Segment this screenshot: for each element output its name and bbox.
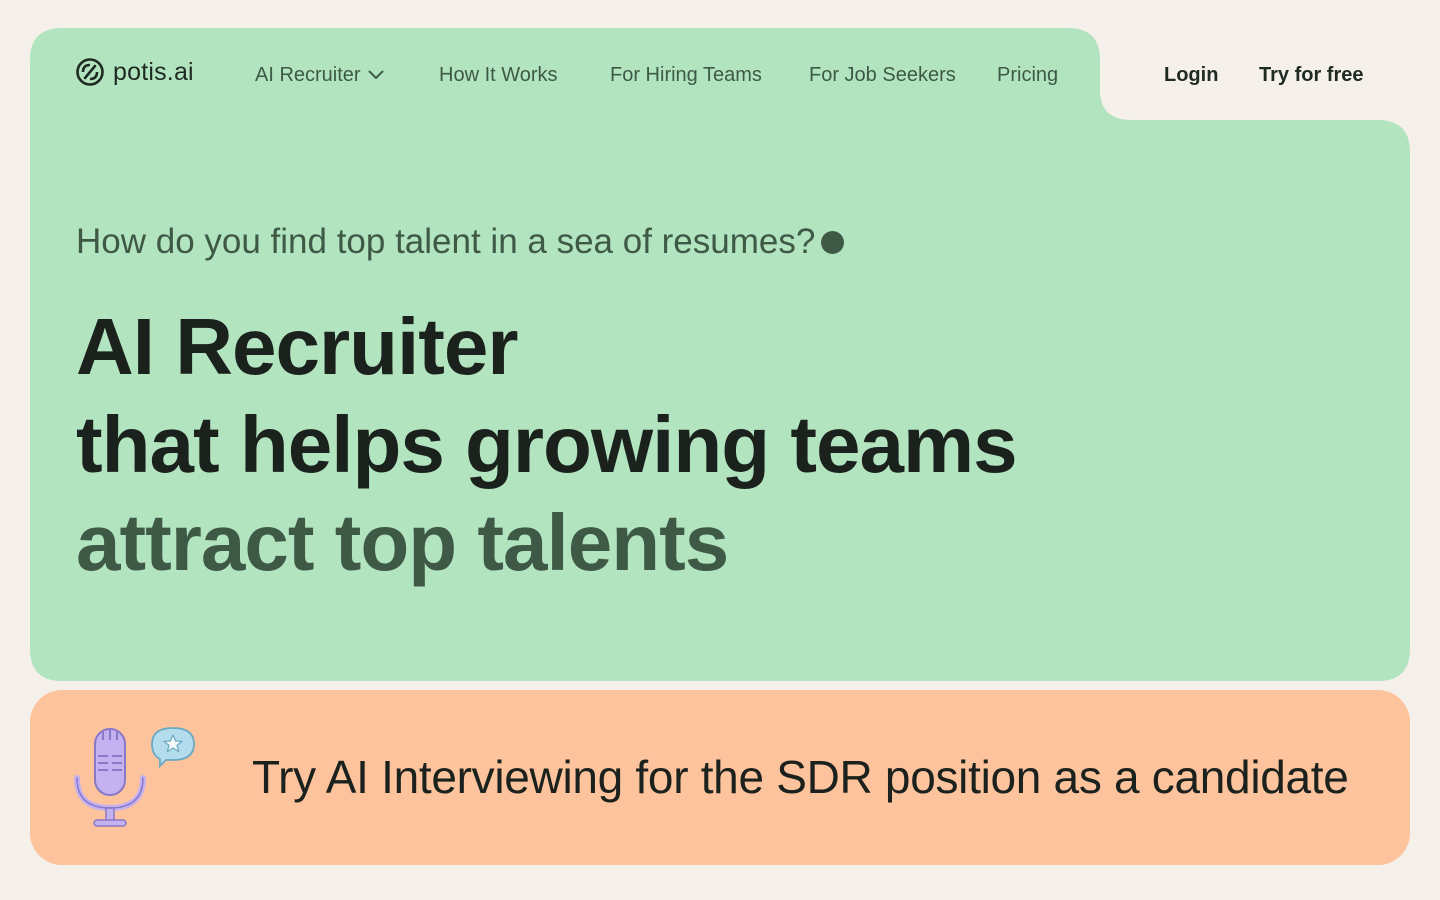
chevron-down-icon [368,70,384,80]
hero-headline: AI Recruiter that helps growing teams at… [76,298,1018,592]
ai-interview-banner[interactable]: Try AI Interviewing for the SDR position… [30,690,1410,865]
nav-item-ai-recruiter[interactable]: AI Recruiter [255,62,384,88]
headline-line-2: that helps growing teams [76,400,1018,489]
nav-item-label: AI Recruiter [255,63,361,86]
logo[interactable]: potis.ai [75,56,194,88]
headline-line-3: attract top talents [76,498,729,587]
nav-item-pricing[interactable]: Pricing [997,62,1058,88]
hero-tagline: How do you find top talent in a sea of r… [76,222,845,262]
banner-text: Try AI Interviewing for the SDR position… [252,751,1349,803]
logo-text: potis.ai [113,57,194,86]
nav-item-how-it-works[interactable]: How It Works [439,62,558,88]
microphone-icon [74,728,146,827]
headline-line-1: AI Recruiter [76,302,518,391]
nav-item-label: Pricing [997,63,1059,86]
hero-tagline-text: How do you find top talent in a sea of r… [76,222,816,261]
login-link[interactable]: Login [1164,62,1218,88]
banner-illustration [74,726,204,837]
try-for-free-label: Try for free [1259,63,1364,86]
nav-item-for-job-seekers[interactable]: For Job Seekers [809,62,956,88]
potis-logo-icon [75,57,105,87]
nav-item-label: How It Works [439,63,558,86]
speech-bubble-star-icon [151,727,195,769]
login-label: Login [1164,63,1219,86]
tagline-dot [821,230,845,254]
nav-item-for-hiring-teams[interactable]: For Hiring Teams [610,62,762,88]
try-for-free-button[interactable]: Try for free [1259,62,1363,88]
nav-item-label: For Hiring Teams [610,63,762,86]
nav-item-label: For Job Seekers [809,63,956,86]
